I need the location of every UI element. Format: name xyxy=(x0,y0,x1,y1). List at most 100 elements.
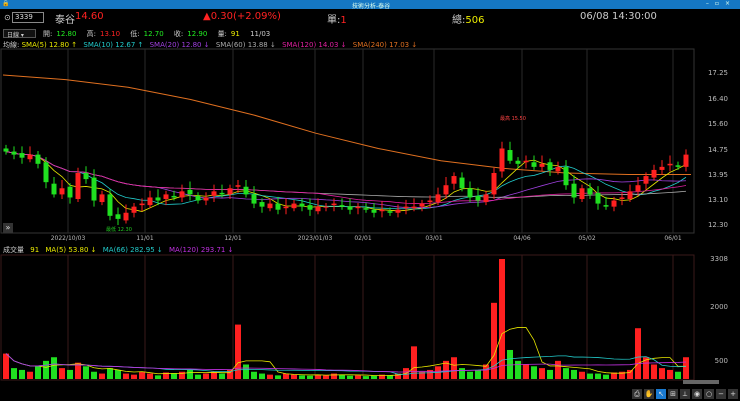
draw-icon[interactable]: ⟂ xyxy=(680,389,690,399)
candle xyxy=(203,197,209,201)
eye-icon[interactable]: ◉ xyxy=(692,389,702,399)
candle xyxy=(331,203,337,206)
date-tick: 11/01 xyxy=(136,235,154,242)
volume-bar xyxy=(651,364,657,379)
volume-tick: 3308 xyxy=(710,255,728,263)
candle xyxy=(75,172,81,199)
volume-bar xyxy=(579,371,585,379)
stock-chart[interactable] xyxy=(0,0,740,401)
candle xyxy=(291,203,297,209)
candle xyxy=(35,154,41,164)
crosshair-icon[interactable]: ⊞ xyxy=(668,389,678,399)
candle xyxy=(347,206,353,210)
volume-bar xyxy=(67,369,73,379)
volume-bar xyxy=(363,376,369,379)
volume-bar xyxy=(27,371,33,379)
hand-icon[interactable]: ✋ xyxy=(644,389,654,399)
expand-icon[interactable]: » xyxy=(3,223,13,233)
volume-bar xyxy=(355,375,361,379)
candle xyxy=(411,206,417,209)
candle xyxy=(435,194,441,203)
candle xyxy=(531,162,537,167)
candle xyxy=(243,186,249,195)
volume-bar xyxy=(147,373,153,379)
date-tick: 2022/10/03 xyxy=(50,235,86,242)
sma240-line xyxy=(2,74,691,176)
zoom-in-icon[interactable]: + xyxy=(728,389,738,399)
print-icon[interactable]: ⎙ xyxy=(632,389,642,399)
chart-toolbar: ⎙ ✋ ↖ ⊞ ⟂ ◉ ○ − + xyxy=(632,389,738,399)
volume-bar xyxy=(219,373,225,379)
volume-bar xyxy=(347,375,353,379)
volume-bar xyxy=(291,374,297,379)
candle xyxy=(659,166,665,170)
volume-bar xyxy=(635,328,641,379)
candle xyxy=(315,206,321,212)
candle xyxy=(275,203,281,210)
volume-bar xyxy=(515,360,521,379)
volume-bar xyxy=(595,373,601,379)
candle xyxy=(363,208,369,210)
candle xyxy=(643,176,649,184)
volume-bar xyxy=(475,369,481,379)
volume-bar xyxy=(547,369,553,379)
candle xyxy=(211,191,217,196)
volume-bar xyxy=(155,375,161,379)
volume-bar xyxy=(603,374,609,379)
horizontal-scrollbar[interactable] xyxy=(683,380,719,384)
price-tick: 14.75 xyxy=(707,146,728,154)
price-tick: 12.30 xyxy=(707,221,728,229)
volume-bar xyxy=(43,360,49,379)
volume-bar xyxy=(51,357,57,379)
candle xyxy=(635,185,641,192)
candle xyxy=(419,203,425,207)
volume-bar xyxy=(539,368,545,379)
volume-bar xyxy=(371,375,377,379)
candle xyxy=(139,203,145,206)
volume-bar xyxy=(531,366,537,379)
volume-bar xyxy=(259,373,265,379)
volume-bar xyxy=(411,346,417,379)
candle xyxy=(627,191,633,199)
candle xyxy=(547,162,553,170)
volume-bar xyxy=(307,375,313,379)
candle xyxy=(579,188,585,199)
volume-bar xyxy=(91,371,97,379)
date-tick: 06/01 xyxy=(664,235,682,242)
volume-bar xyxy=(131,374,137,379)
volume-bar xyxy=(587,373,593,379)
candle xyxy=(667,163,673,166)
candle xyxy=(251,194,257,204)
date-tick: 04/06 xyxy=(513,235,531,242)
candle xyxy=(299,203,305,207)
candle xyxy=(619,197,625,199)
candle xyxy=(27,154,33,160)
candle xyxy=(587,188,593,195)
candle xyxy=(451,176,457,184)
volume-bar xyxy=(627,369,633,379)
volume-bar xyxy=(339,374,345,379)
candle xyxy=(523,160,529,163)
volume-frame xyxy=(0,254,695,381)
volume-bar xyxy=(659,368,665,379)
candle xyxy=(555,166,561,172)
volume-bar xyxy=(187,369,193,379)
volume-legend: 成交量 91 MA(5) 53.80 ↓ MA(66) 282.95 ↓ MA(… xyxy=(3,246,234,254)
candle xyxy=(283,206,289,209)
volume-bar xyxy=(171,373,177,379)
candle xyxy=(147,197,153,206)
candle xyxy=(155,197,161,201)
candle xyxy=(339,205,345,207)
volume-bar xyxy=(83,366,89,379)
volume-bar xyxy=(667,369,673,379)
volume-bar xyxy=(203,373,209,379)
candle xyxy=(403,206,409,209)
candle xyxy=(107,194,113,216)
candle xyxy=(563,166,569,186)
zoom-out-icon[interactable]: − xyxy=(716,389,726,399)
candle xyxy=(51,183,57,195)
reset-icon[interactable]: ○ xyxy=(704,389,714,399)
candle xyxy=(67,186,73,198)
pointer-icon[interactable]: ↖ xyxy=(656,389,666,399)
candle xyxy=(91,177,97,201)
